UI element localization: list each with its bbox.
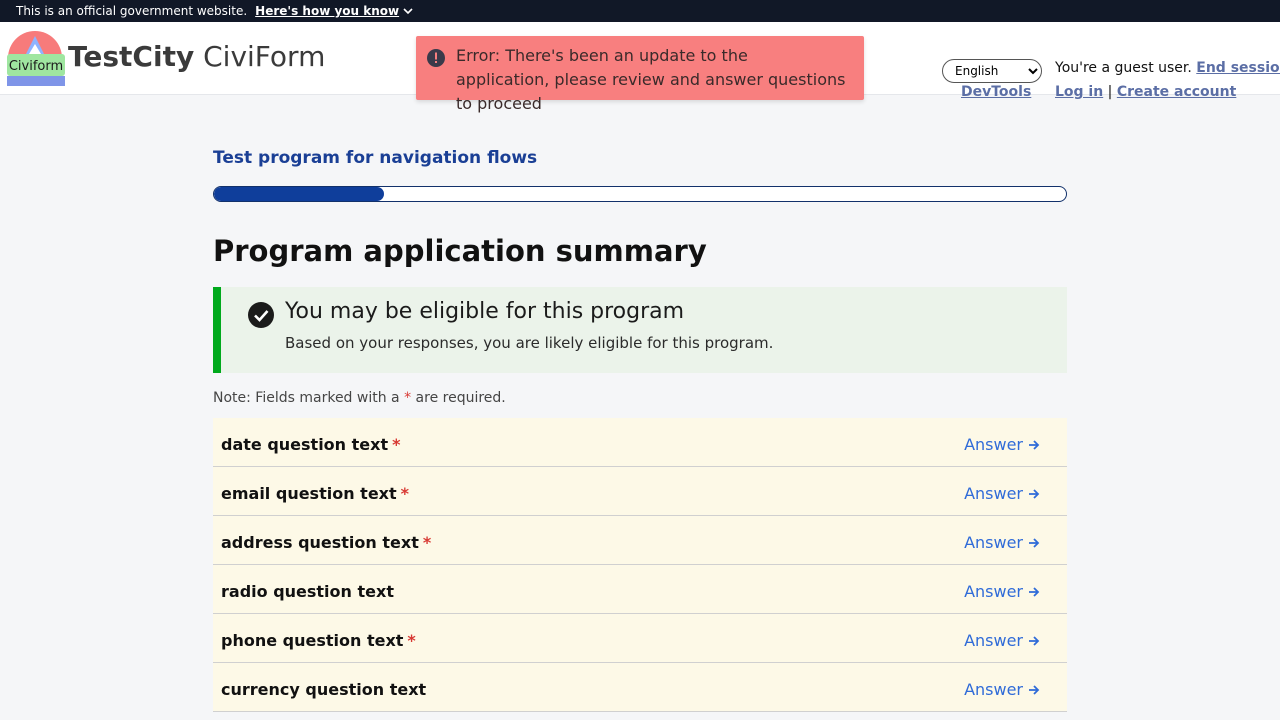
create-account-link[interactable]: Create account	[1117, 84, 1236, 100]
question-text: email question text *	[221, 484, 410, 503]
gov-banner-text: This is an official government website.	[16, 4, 248, 18]
how-you-know-button[interactable]: Here's how you know	[255, 4, 413, 18]
question-row: address question text * Answer	[213, 516, 1067, 565]
arrow-right-icon	[1029, 586, 1040, 597]
gov-banner: This is an official government website. …	[0, 0, 1280, 22]
arrow-right-icon	[1029, 684, 1040, 695]
progress-bar	[213, 186, 1067, 202]
required-star: *	[407, 631, 416, 650]
question-row: date question text * Answer	[213, 418, 1067, 467]
required-note: Note: Fields marked with a * are require…	[213, 390, 506, 406]
answer-link[interactable]: Answer	[964, 435, 1041, 454]
progress-bar-fill	[214, 187, 385, 201]
required-star: *	[400, 484, 410, 503]
question-text: currency question text	[221, 680, 427, 699]
guest-status: You're a guest user. End session	[1055, 60, 1280, 76]
chevron-down-icon	[403, 8, 413, 15]
eligibility-alert: You may be eligible for this program Bas…	[213, 287, 1067, 373]
brand-product: CiviForm	[203, 40, 326, 73]
page-title: Program application summary	[213, 234, 707, 268]
error-message: Error: There's been an update to the app…	[456, 46, 846, 113]
brand-title[interactable]: TestCity CiviForm	[68, 40, 325, 73]
auth-separator: |	[1107, 84, 1113, 100]
error-toast: Error: There's been an update to the app…	[416, 36, 864, 113]
question-row: currency question text Answer	[213, 663, 1067, 712]
language-select[interactable]: English	[942, 59, 1042, 83]
answer-link[interactable]: Answer	[964, 680, 1041, 699]
question-text: radio question text	[221, 582, 394, 601]
guest-text: You're a guest user.	[1055, 60, 1192, 76]
login-link[interactable]: Log in	[1055, 84, 1103, 100]
answer-link[interactable]: Answer	[964, 533, 1041, 552]
auth-links: Log in | Create account	[1055, 84, 1236, 100]
how-you-know-label: Here's how you know	[255, 4, 400, 18]
answer-link[interactable]: Answer	[964, 582, 1041, 601]
arrow-right-icon	[1029, 488, 1040, 499]
end-session-link[interactable]: End session	[1196, 60, 1280, 76]
note-prefix: Note: Fields marked with a	[213, 390, 400, 406]
required-star: *	[422, 533, 432, 552]
eligibility-title: You may be eligible for this program	[285, 299, 685, 324]
error-icon	[427, 49, 445, 67]
question-text: date question text *	[221, 435, 401, 454]
answer-link[interactable]: Answer	[964, 631, 1041, 650]
arrow-right-icon	[1029, 439, 1040, 450]
civiform-logo[interactable]: Civiform	[5, 30, 67, 86]
brand-city: TestCity	[68, 40, 195, 73]
arrow-right-icon	[1029, 537, 1040, 548]
note-suffix: are required.	[415, 390, 506, 406]
required-star: *	[404, 390, 412, 406]
devtools-link[interactable]: DevTools	[961, 84, 1031, 100]
question-row: radio question text Answer	[213, 565, 1067, 614]
answer-link[interactable]: Answer	[964, 484, 1041, 503]
question-row: phone question text * Answer	[213, 614, 1067, 663]
logo-text: Civiform	[9, 59, 63, 74]
program-name: Test program for navigation flows	[213, 148, 538, 168]
arrow-right-icon	[1029, 635, 1040, 646]
eligibility-description: Based on your responses, you are likely …	[285, 334, 774, 352]
required-star: *	[392, 435, 401, 454]
question-text: address question text *	[221, 533, 432, 552]
check-circle-icon	[248, 302, 274, 328]
question-row: email question text * Answer	[213, 467, 1067, 516]
question-list: date question text * Answer email questio…	[213, 418, 1067, 712]
question-text: phone question text *	[221, 631, 416, 650]
